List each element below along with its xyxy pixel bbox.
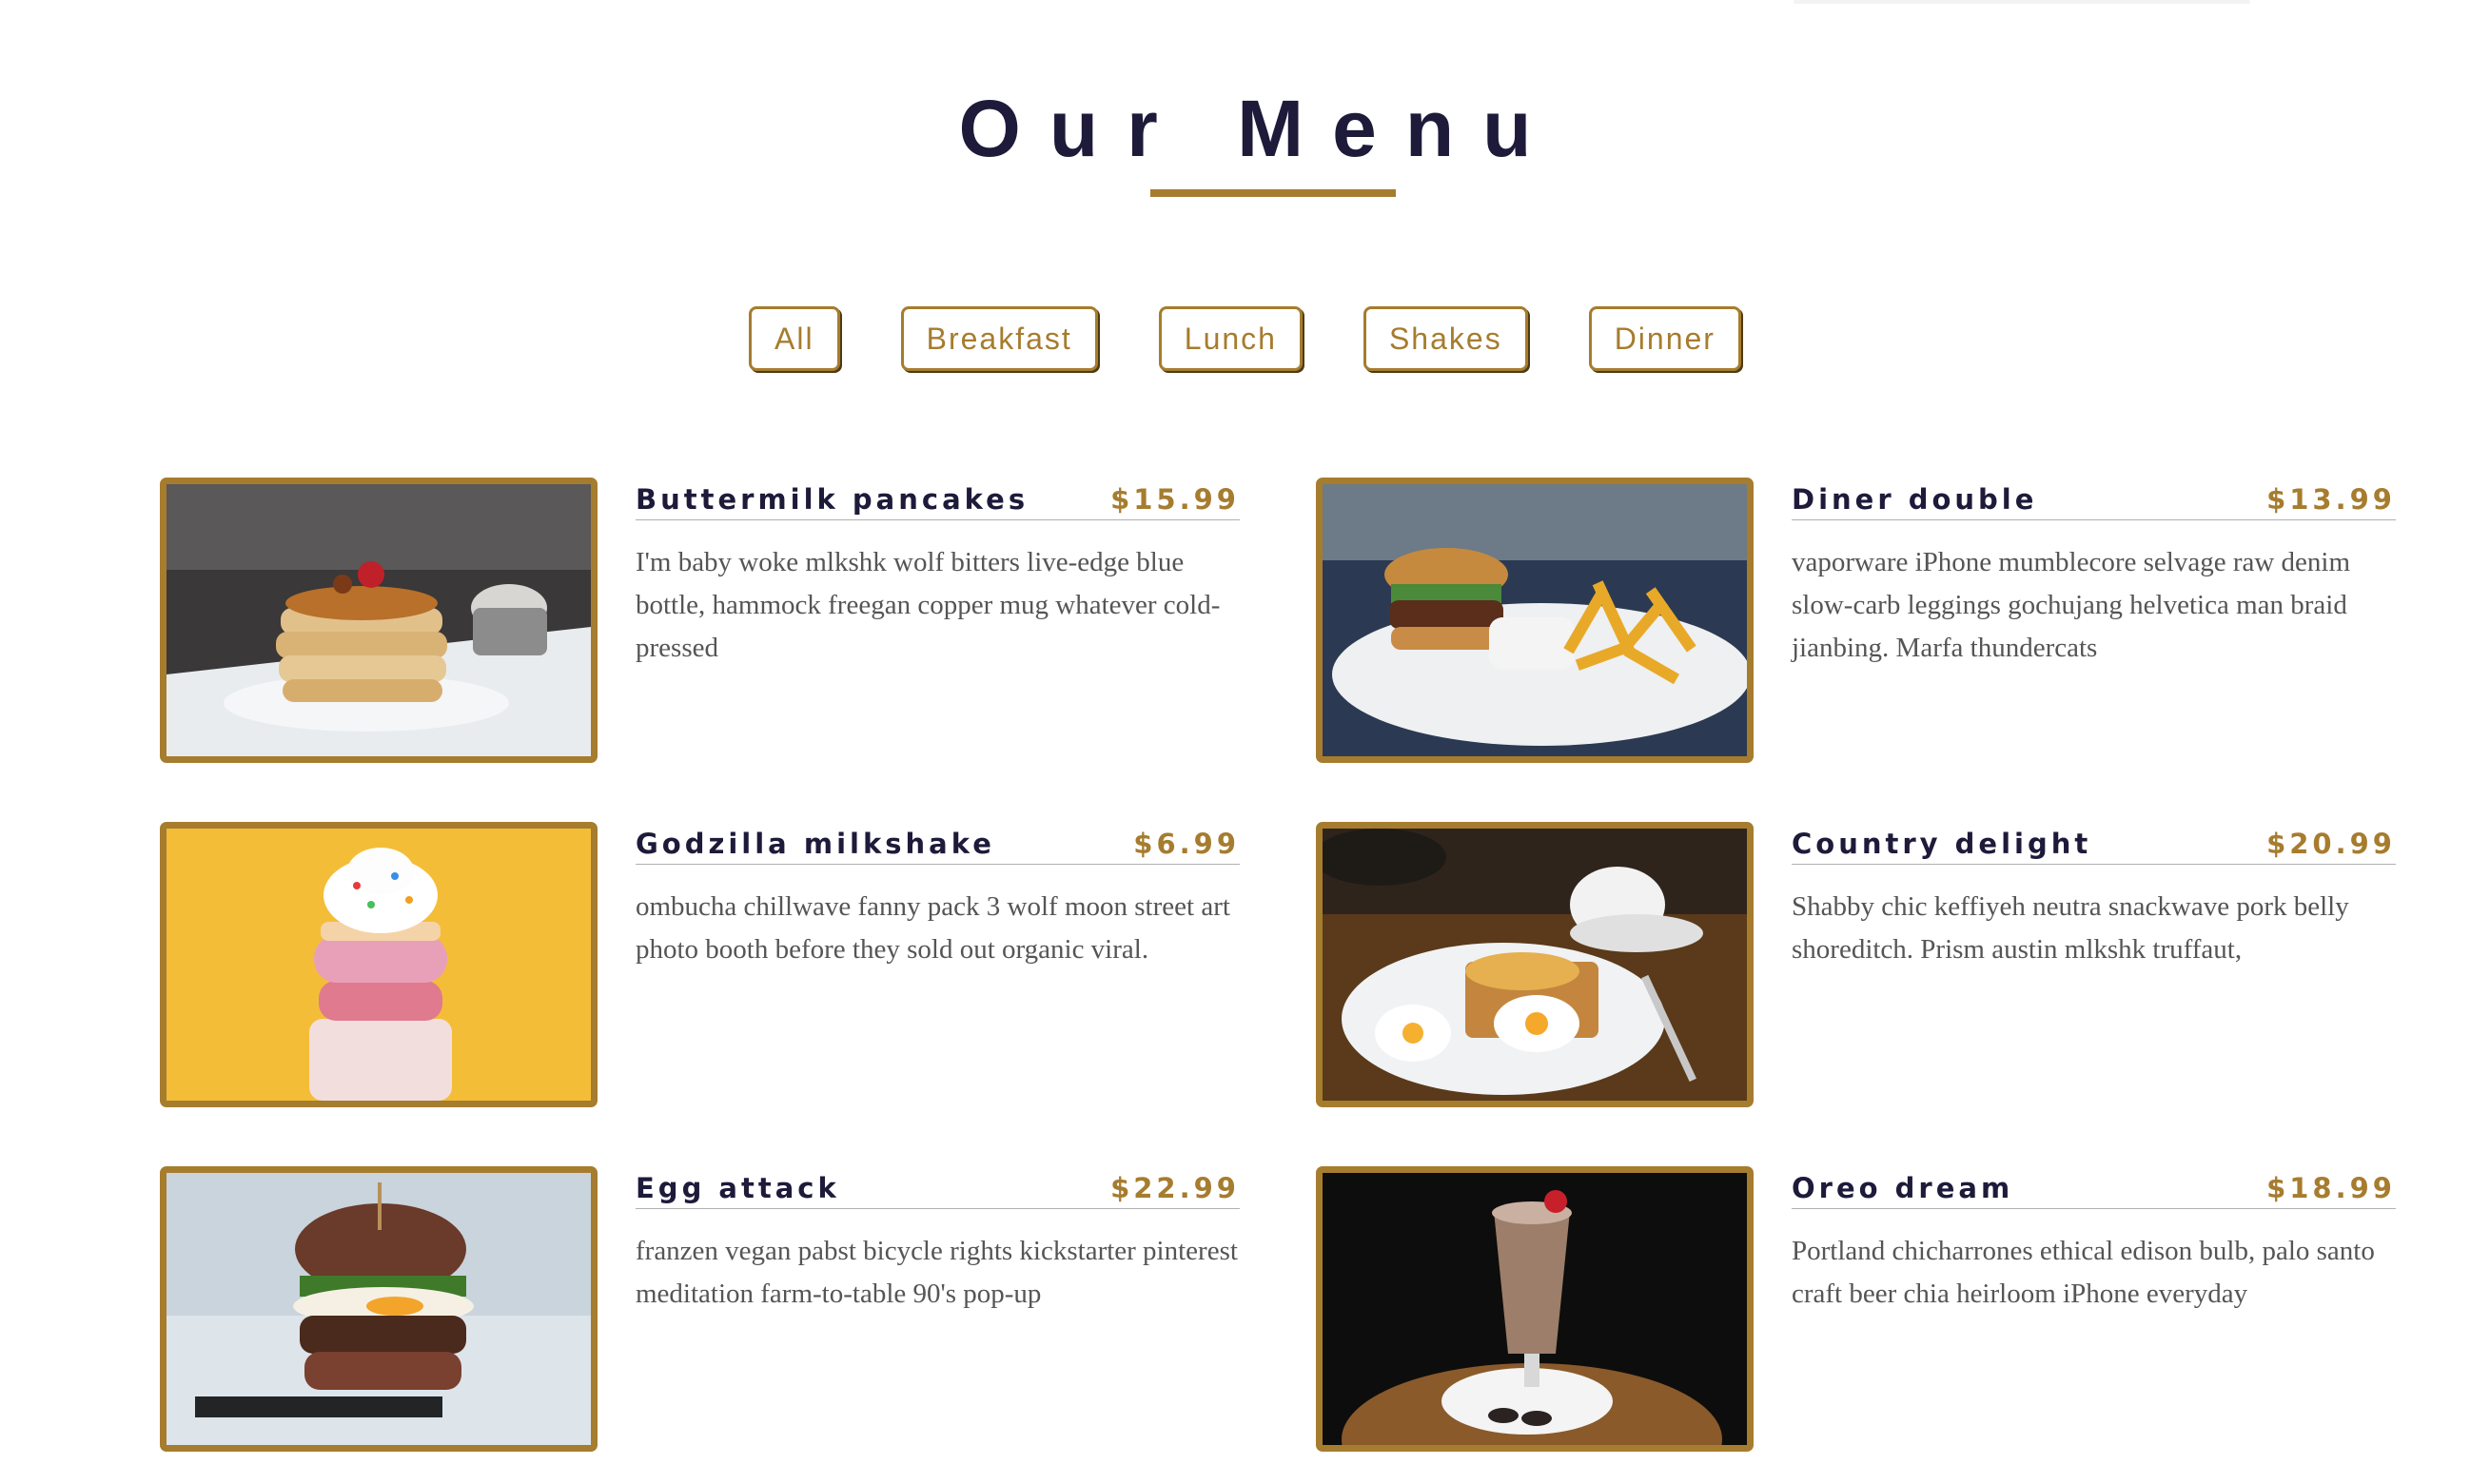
filter-shakes-button[interactable]: Shakes [1363, 306, 1528, 371]
top-strip [1794, 0, 2250, 4]
item-name: Country delight [1792, 828, 2092, 860]
item-title-row: Oreo dream $18.99 [1792, 1172, 2396, 1209]
item-description: vaporware iPhone mumblecore selvage raw … [1792, 547, 2351, 663]
item-info: Egg attack $22.99 franzen vegan pabst bi… [636, 1166, 1240, 1452]
title-underline [1150, 189, 1396, 197]
item-description: Portland chicharrones ethical edison bul… [1792, 1236, 2375, 1309]
item-name: Oreo dream [1792, 1172, 2014, 1204]
item-info: Buttermilk pancakes $15.99 I'm baby woke… [636, 478, 1240, 763]
item-info: Godzilla milkshake $6.99 ombucha chillwa… [636, 822, 1240, 1107]
milkshake-photo [160, 822, 598, 1107]
item-name: Egg attack [636, 1172, 840, 1204]
item-info: Country delight $20.99 Shabby chic keffi… [1792, 822, 2396, 1107]
item-name: Godzilla milkshake [636, 828, 995, 860]
item-info: Diner double $13.99 vaporware iPhone mum… [1792, 478, 2396, 763]
item-price: $20.99 [2266, 828, 2396, 860]
item-title-row: Buttermilk pancakes $15.99 [636, 483, 1240, 520]
item-name: Buttermilk pancakes [636, 483, 1029, 516]
menu-item: Oreo dream $18.99 Portland chicharrones … [1316, 1166, 2396, 1452]
menu-item: Diner double $13.99 vaporware iPhone mum… [1316, 478, 2396, 763]
filter-lunch-button[interactable]: Lunch [1158, 306, 1303, 371]
filter-breakfast-button[interactable]: Breakfast [900, 306, 1098, 371]
item-info: Oreo dream $18.99 Portland chicharrones … [1792, 1166, 2396, 1452]
diner-double-photo [1316, 478, 1754, 763]
item-price: $13.99 [2266, 483, 2396, 516]
menu-item: Country delight $20.99 Shabby chic keffi… [1316, 822, 2396, 1107]
item-description: I'm baby woke mlkshk wolf bitters live-e… [636, 547, 1221, 663]
menu-grid: Buttermilk pancakes $15.99 I'm baby woke… [160, 478, 2396, 1452]
menu-item: Buttermilk pancakes $15.99 I'm baby woke… [160, 478, 1240, 763]
pancakes-photo [160, 478, 598, 763]
menu-item: Egg attack $22.99 franzen vegan pabst bi… [160, 1166, 1240, 1452]
item-price: $18.99 [2266, 1172, 2396, 1204]
item-price: $15.99 [1110, 483, 1240, 516]
filter-dinner-button[interactable]: Dinner [1588, 306, 1741, 371]
item-price: $22.99 [1110, 1172, 1240, 1204]
item-title-row: Egg attack $22.99 [636, 1172, 1240, 1209]
item-title-row: Diner double $13.99 [1792, 483, 2396, 520]
country-delight-photo [1316, 822, 1754, 1107]
egg-attack-photo [160, 1166, 598, 1452]
item-name: Diner double [1792, 483, 2038, 516]
filter-all-button[interactable]: All [749, 306, 840, 371]
oreo-dream-photo [1316, 1166, 1754, 1452]
item-description: ombucha chillwave fanny pack 3 wolf moon… [636, 891, 1230, 965]
item-price: $6.99 [1133, 828, 1240, 860]
item-title-row: Country delight $20.99 [1792, 828, 2396, 865]
category-filters: All Breakfast Lunch Shakes Dinner [0, 306, 2490, 371]
item-description: Shabby chic keffiyeh neutra snackwave po… [1792, 891, 2349, 965]
item-description: franzen vegan pabst bicycle rights kicks… [636, 1236, 1238, 1309]
page-title: Our Menu [958, 84, 1560, 173]
item-title-row: Godzilla milkshake $6.99 [636, 828, 1240, 865]
menu-item: Godzilla milkshake $6.99 ombucha chillwa… [160, 822, 1240, 1107]
